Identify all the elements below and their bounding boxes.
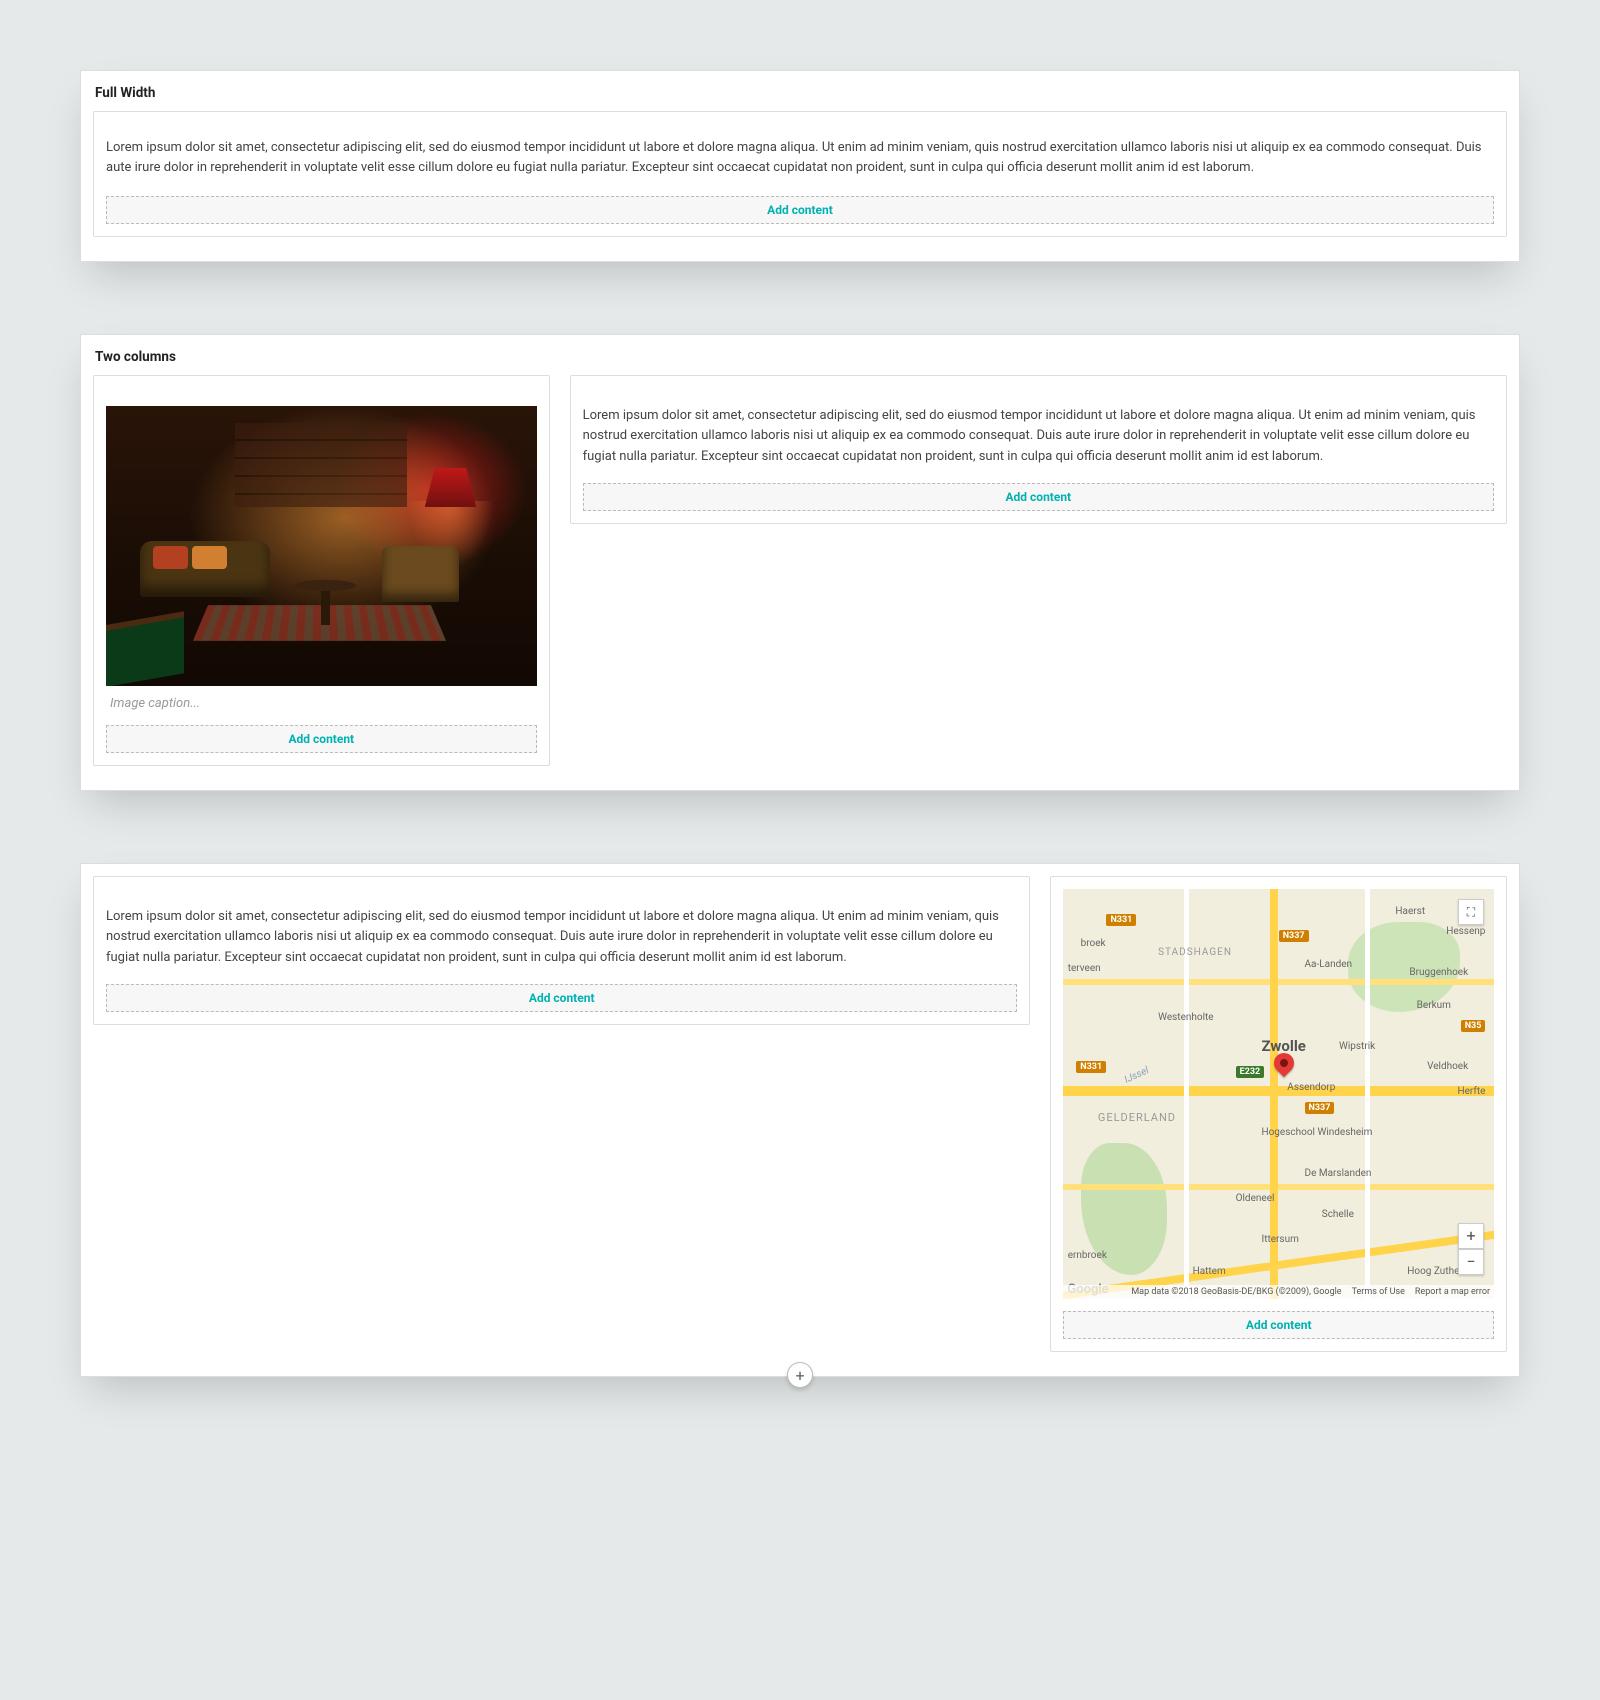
map-label: Westenholte — [1158, 1012, 1214, 1023]
content-block-right[interactable]: Lorem ipsum dolor sit amet, consectetur … — [570, 375, 1507, 523]
map-label: STADSHAGEN — [1158, 947, 1232, 958]
paragraph-text[interactable]: Lorem ipsum dolor sit amet, consectetur … — [583, 388, 1494, 482]
section-title: Full Width — [93, 83, 1507, 111]
paragraph-text[interactable]: Lorem ipsum dolor sit amet, consectetur … — [106, 124, 1494, 196]
content-block-left[interactable]: Lorem ipsum dolor sit amet, consectetur … — [93, 876, 1030, 1024]
add-section-button[interactable]: + — [787, 1362, 813, 1388]
add-content-button[interactable]: Add content — [583, 483, 1494, 511]
map-label: Herfte — [1457, 1086, 1485, 1097]
map-label: Berkum — [1417, 1000, 1451, 1011]
content-block-map[interactable]: Zwolle GELDERLAND Haerst Hessenp Aa-Land… — [1050, 876, 1507, 1352]
map-label: broek — [1081, 938, 1106, 949]
map[interactable]: Zwolle GELDERLAND Haerst Hessenp Aa-Land… — [1063, 889, 1494, 1299]
map-road-badge: N35 — [1461, 1020, 1486, 1032]
map-label: Schelle — [1322, 1209, 1354, 1220]
map-label: Hattem — [1193, 1266, 1226, 1277]
add-content-button[interactable]: Add content — [1063, 1311, 1494, 1339]
content-block[interactable]: Lorem ipsum dolor sit amet, consectetur … — [93, 111, 1507, 237]
map-label: terveen — [1068, 963, 1101, 974]
map-region-label: GELDERLAND — [1098, 1111, 1176, 1124]
map-road-badge: N337 — [1279, 930, 1309, 942]
map-label: Veldhoek — [1427, 1061, 1468, 1072]
image-room-interior[interactable] — [106, 406, 537, 686]
map-label: ernbroek — [1068, 1250, 1107, 1261]
map-label: Aa-Landen — [1305, 959, 1353, 970]
map-zoom-out-button[interactable]: − — [1458, 1249, 1484, 1275]
map-label: Assendorp — [1287, 1082, 1335, 1093]
map-label: Ittersum — [1261, 1234, 1298, 1245]
add-content-button[interactable]: Add content — [106, 196, 1494, 224]
map-label: De Marslanden — [1305, 1168, 1372, 1179]
map-road-badge: N337 — [1305, 1102, 1335, 1114]
map-label: Wipstrik — [1339, 1041, 1375, 1052]
map-attr-report[interactable]: Report a map error — [1415, 1287, 1490, 1297]
map-label: Hessenp — [1446, 926, 1485, 937]
map-attr-terms[interactable]: Terms of Use — [1352, 1287, 1405, 1297]
map-label: Haerst — [1395, 906, 1425, 917]
map-fullscreen-button[interactable]: ⛶ — [1458, 899, 1484, 925]
map-road-badge: N331 — [1106, 914, 1136, 926]
paragraph-text[interactable]: Lorem ipsum dolor sit amet, consectetur … — [106, 889, 1017, 983]
add-content-button[interactable]: Add content — [106, 984, 1017, 1012]
map-road-badge: E232 — [1236, 1066, 1265, 1078]
map-label: Hogeschool Windesheim — [1261, 1127, 1372, 1138]
section-two-columns: Two columns Image caption... Add content… — [80, 334, 1520, 791]
map-zoom-in-button[interactable]: + — [1458, 1223, 1484, 1249]
map-attribution: Map data ©2018 GeoBasis-DE/BKG (©2009), … — [1063, 1285, 1494, 1299]
section-title: Two columns — [93, 347, 1507, 375]
map-label: Bruggenhoek — [1409, 967, 1468, 978]
map-road-badge: N331 — [1076, 1061, 1106, 1073]
section-two-thirds: Lorem ipsum dolor sit amet, consectetur … — [80, 863, 1520, 1377]
content-block-left[interactable]: Image caption... Add content — [93, 375, 550, 766]
add-content-button[interactable]: Add content — [106, 725, 537, 753]
map-attr-data: Map data ©2018 GeoBasis-DE/BKG (©2009), … — [1131, 1287, 1341, 1297]
image-caption-placeholder[interactable]: Image caption... — [106, 686, 537, 725]
map-label: Oldeneel — [1236, 1193, 1275, 1204]
section-full-width: Full Width Lorem ipsum dolor sit amet, c… — [80, 70, 1520, 262]
